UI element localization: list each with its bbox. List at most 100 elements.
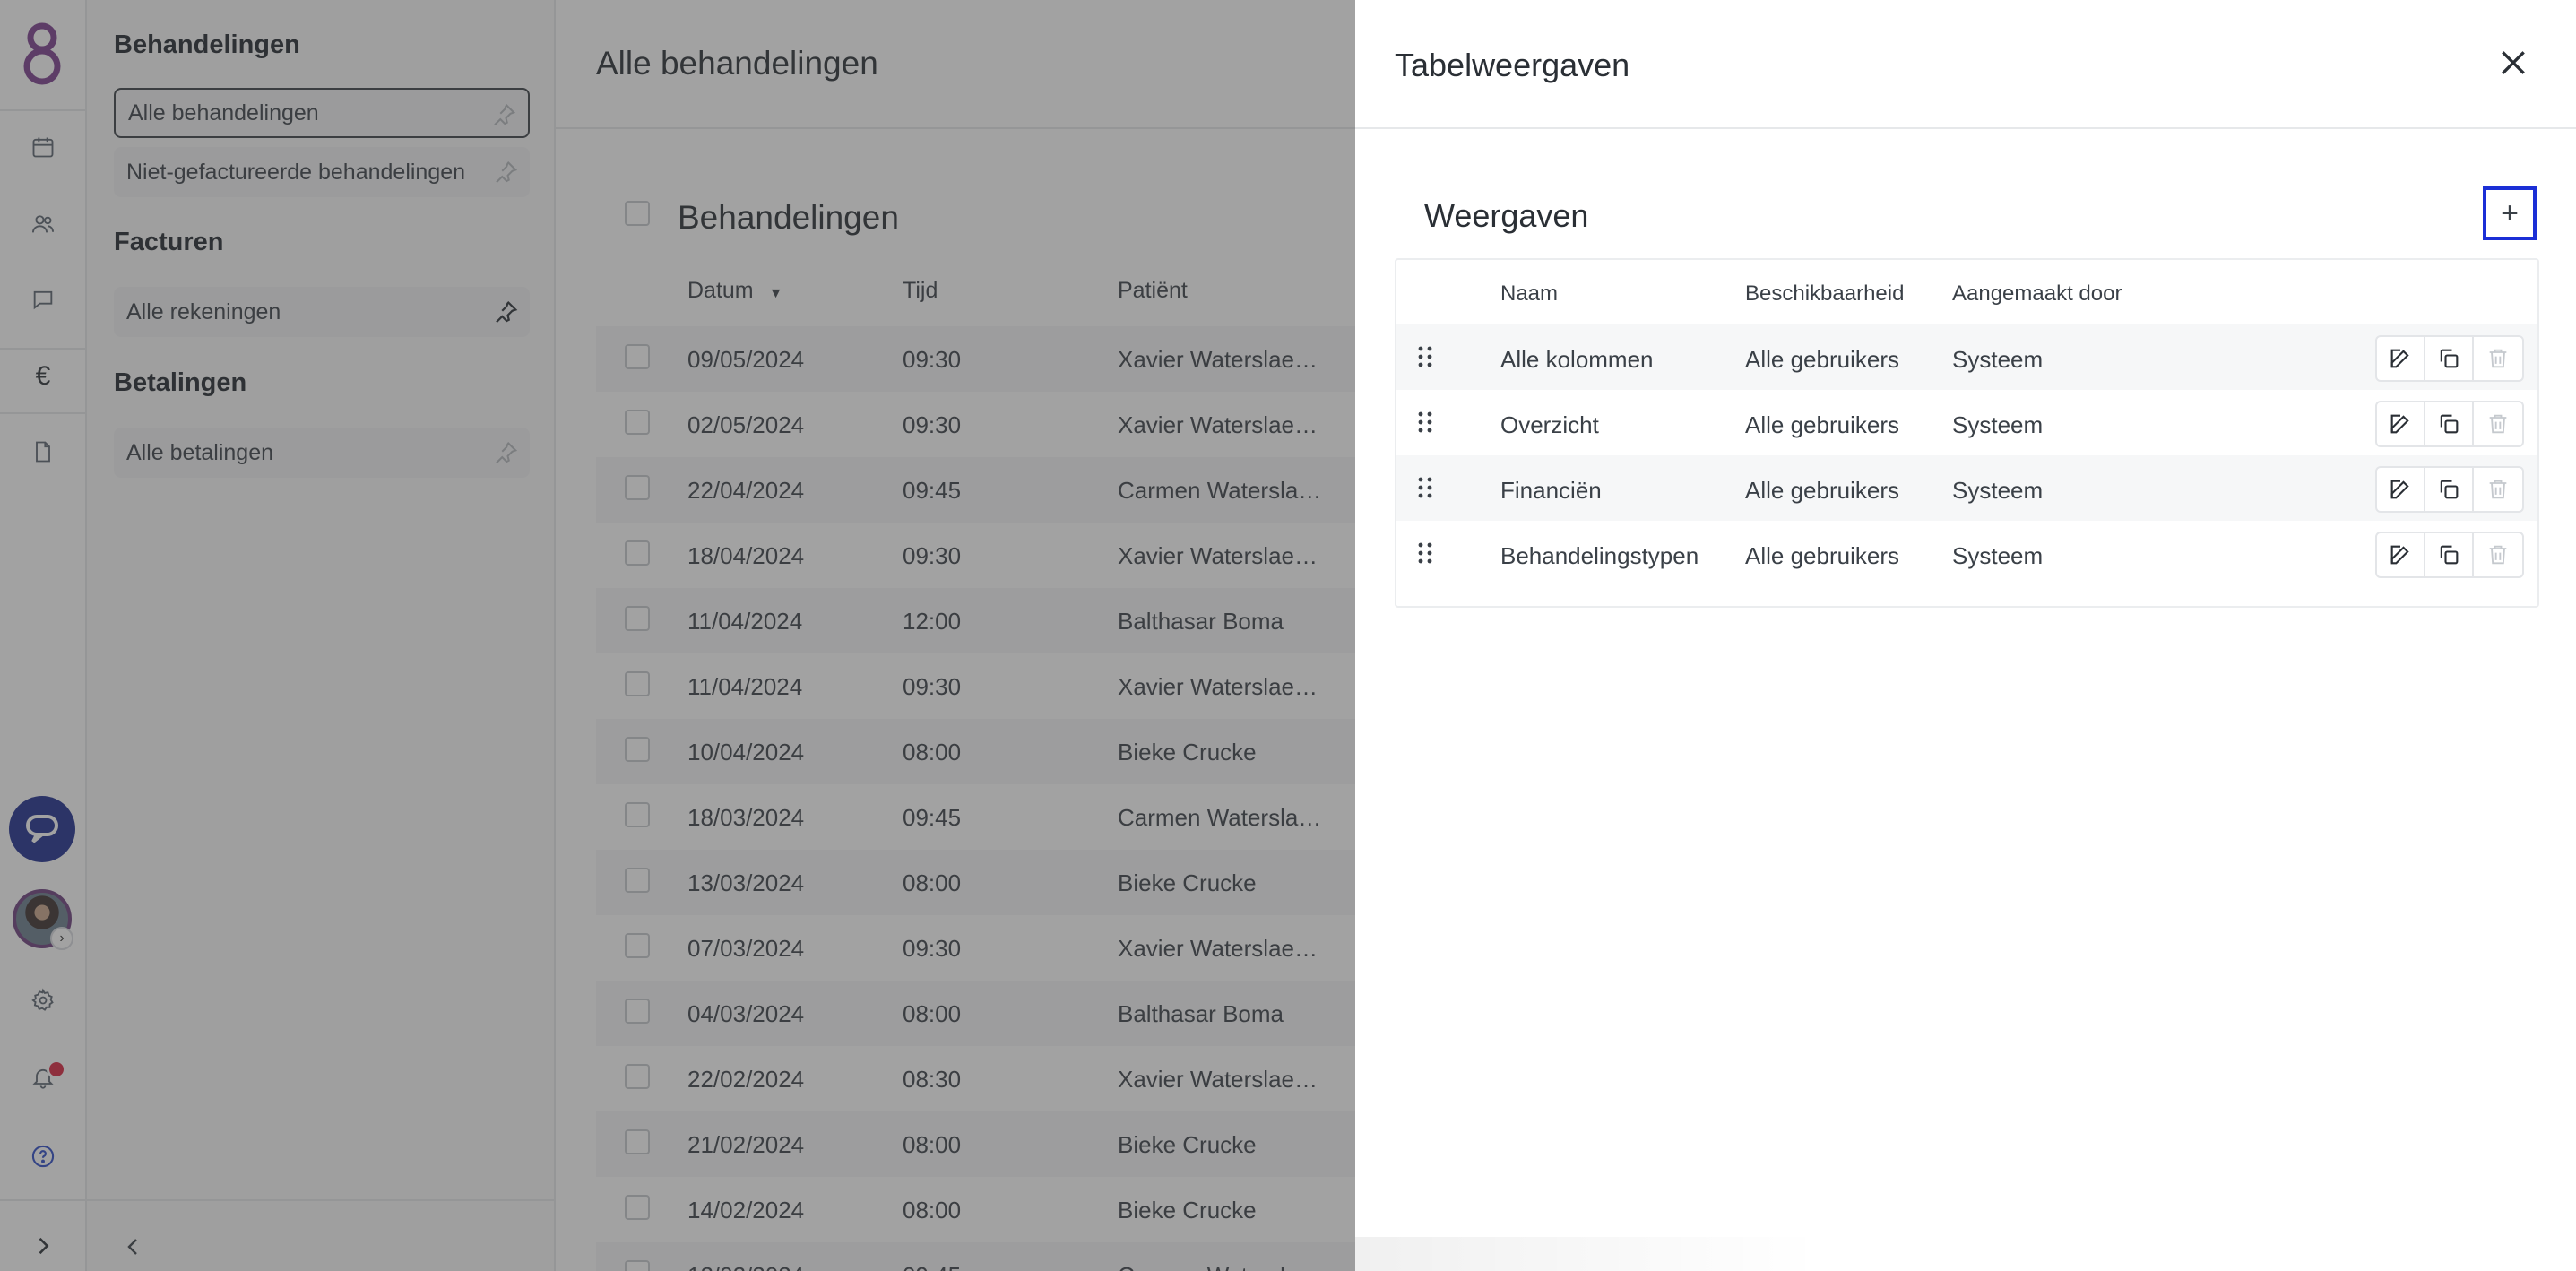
table-row[interactable]: 21/02/2024 08:00 Bieke Crucke [596,1111,1355,1177]
table-row[interactable]: 07/03/2024 09:30 Xavier Waterslae… [596,915,1355,981]
row-checkbox[interactable] [625,344,650,369]
pin-icon[interactable] [492,298,519,325]
edit-icon[interactable] [2377,468,2425,511]
edit-icon[interactable] [2377,402,2425,445]
row-checkbox[interactable] [625,1260,650,1271]
table-row[interactable]: 18/04/2024 09:30 Xavier Waterslae… [596,523,1355,588]
views-table-header: Naam Beschikbaarheid Aangemaakt door [1396,260,2537,324]
cell-time: 12:00 [903,608,962,635]
duplicate-icon[interactable] [2425,468,2474,511]
duplicate-icon[interactable] [2425,337,2474,380]
table-row[interactable]: 10/04/2024 08:00 Bieke Crucke [596,719,1355,784]
treatments-table-body: 09/05/2024 09:30 Xavier Waterslae… 02/05/20… [596,326,1355,1271]
pin-icon[interactable] [490,101,517,128]
view-row[interactable]: Behandelingstypen Alle gebruikers Systeem [1396,521,2537,586]
row-checkbox[interactable] [625,802,650,827]
pin-icon[interactable] [492,159,519,186]
duplicate-icon[interactable] [2425,402,2474,445]
cell-time: 09:30 [903,542,962,569]
panel-title: Tabelweergaven [1395,47,1630,83]
column-created-by: Aangemaakt door [1952,281,2122,306]
close-icon[interactable] [2495,45,2531,81]
view-name: Behandelingstypen [1500,542,1699,569]
page-title: Alle behandelingen [596,45,878,82]
support-chat-icon[interactable] [9,796,75,862]
gear-icon[interactable] [25,982,61,1018]
edit-icon[interactable] [2377,337,2425,380]
table-row[interactable]: 04/03/2024 08:00 Balthasar Boma [596,981,1355,1046]
cell-patient: Balthasar Boma [1118,608,1284,635]
cell-time: 09:30 [903,411,962,438]
cell-patient: Bieke Crucke [1118,739,1257,765]
app-logo[interactable] [14,18,70,88]
table-row[interactable]: 09/05/2024 09:30 Xavier Waterslae… [596,326,1355,392]
table-row[interactable]: 22/02/2024 08:30 Xavier Waterslae… [596,1046,1355,1111]
view-row[interactable]: Alle kolommen Alle gebruikers Systeem [1396,324,2537,390]
table-row[interactable]: 02/05/2024 09:30 Xavier Waterslae… [596,392,1355,457]
view-actions [2375,401,2524,447]
views-subtitle: Weergaven [1424,197,1589,234]
row-checkbox[interactable] [625,671,650,696]
sidebar-item-all-treatments[interactable]: Alle behandelingen [114,88,530,138]
cell-date: 10/04/2024 [687,739,805,765]
calendar-icon[interactable] [25,129,61,165]
cell-time: 08:00 [903,869,962,896]
panel-shadow [1355,1237,1821,1271]
sidebar-item-all-payments[interactable]: Alle betalingen [114,428,530,478]
rail-divider [0,348,87,350]
row-checkbox[interactable] [625,1129,650,1154]
euro-icon[interactable]: € [25,359,61,394]
expand-icon[interactable] [25,1228,61,1264]
view-actions [2375,466,2524,513]
sidebar-item-all-invoices[interactable]: Alle rekeningen [114,287,530,337]
row-checkbox[interactable] [625,475,650,500]
delete-icon [2474,468,2522,511]
column-time[interactable]: Tijd [903,278,938,304]
row-checkbox[interactable] [625,1195,650,1220]
table-row[interactable]: 22/04/2024 09:45 Carmen Watersla… [596,457,1355,523]
users-icon[interactable] [25,206,61,242]
row-checkbox[interactable] [625,868,650,893]
edit-icon[interactable] [2377,533,2425,576]
column-date[interactable]: Datum ▼ [687,278,782,304]
row-checkbox[interactable] [625,933,650,958]
cell-patient: Xavier Waterslae… [1118,935,1318,962]
help-icon[interactable] [25,1138,61,1174]
row-checkbox[interactable] [625,606,650,631]
cell-patient: Carmen Watersla… [1118,477,1322,504]
chat-icon[interactable] [25,281,61,317]
drag-handle-icon[interactable] [1416,344,1434,369]
view-row[interactable]: Financiën Alle gebruikers Systeem [1396,455,2537,521]
table-row[interactable]: 11/04/2024 09:30 Xavier Waterslae… [596,653,1355,719]
table-row[interactable]: 14/02/2024 08:00 Bieke Crucke [596,1177,1355,1242]
chevron-right-icon[interactable]: › [50,927,73,950]
document-icon[interactable] [25,434,61,470]
table-row[interactable]: 11/04/2024 12:00 Balthasar Boma [596,588,1355,653]
table-row[interactable]: 12/02/2024 09:45 Carmen Watersla… [596,1242,1355,1271]
row-checkbox[interactable] [625,737,650,762]
cell-date: 02/05/2024 [687,411,805,438]
drag-handle-icon[interactable] [1416,475,1434,500]
cell-time: 08:00 [903,739,962,765]
select-all-checkbox[interactable] [625,201,650,226]
column-patient[interactable]: Patiënt [1118,278,1188,304]
table-row[interactable]: 13/03/2024 08:00 Bieke Crucke [596,850,1355,915]
row-checkbox[interactable] [625,1064,650,1089]
table-header: Datum ▼ Tijd Patiënt [556,278,1355,317]
duplicate-icon[interactable] [2425,533,2474,576]
view-availability: Alle gebruikers [1745,477,1899,504]
view-row[interactable]: Overzicht Alle gebruikers Systeem [1396,390,2537,455]
add-view-button[interactable]: + [2483,186,2537,240]
row-checkbox[interactable] [625,410,650,435]
sidebar-item-label: Alle betalingen [126,439,274,465]
drag-handle-icon[interactable] [1416,410,1434,435]
views-table: Naam Beschikbaarheid Aangemaakt door All… [1395,258,2539,608]
cell-date: 13/03/2024 [687,869,805,896]
drag-handle-icon[interactable] [1416,540,1434,566]
collapse-sidebar-icon[interactable] [123,1228,144,1266]
row-checkbox[interactable] [625,540,650,566]
pin-icon[interactable] [492,439,519,466]
row-checkbox[interactable] [625,999,650,1024]
table-row[interactable]: 18/03/2024 09:45 Carmen Watersla… [596,784,1355,850]
sidebar-item-uninvoiced-treatments[interactable]: Niet-gefactureerde behandelingen [114,147,530,197]
